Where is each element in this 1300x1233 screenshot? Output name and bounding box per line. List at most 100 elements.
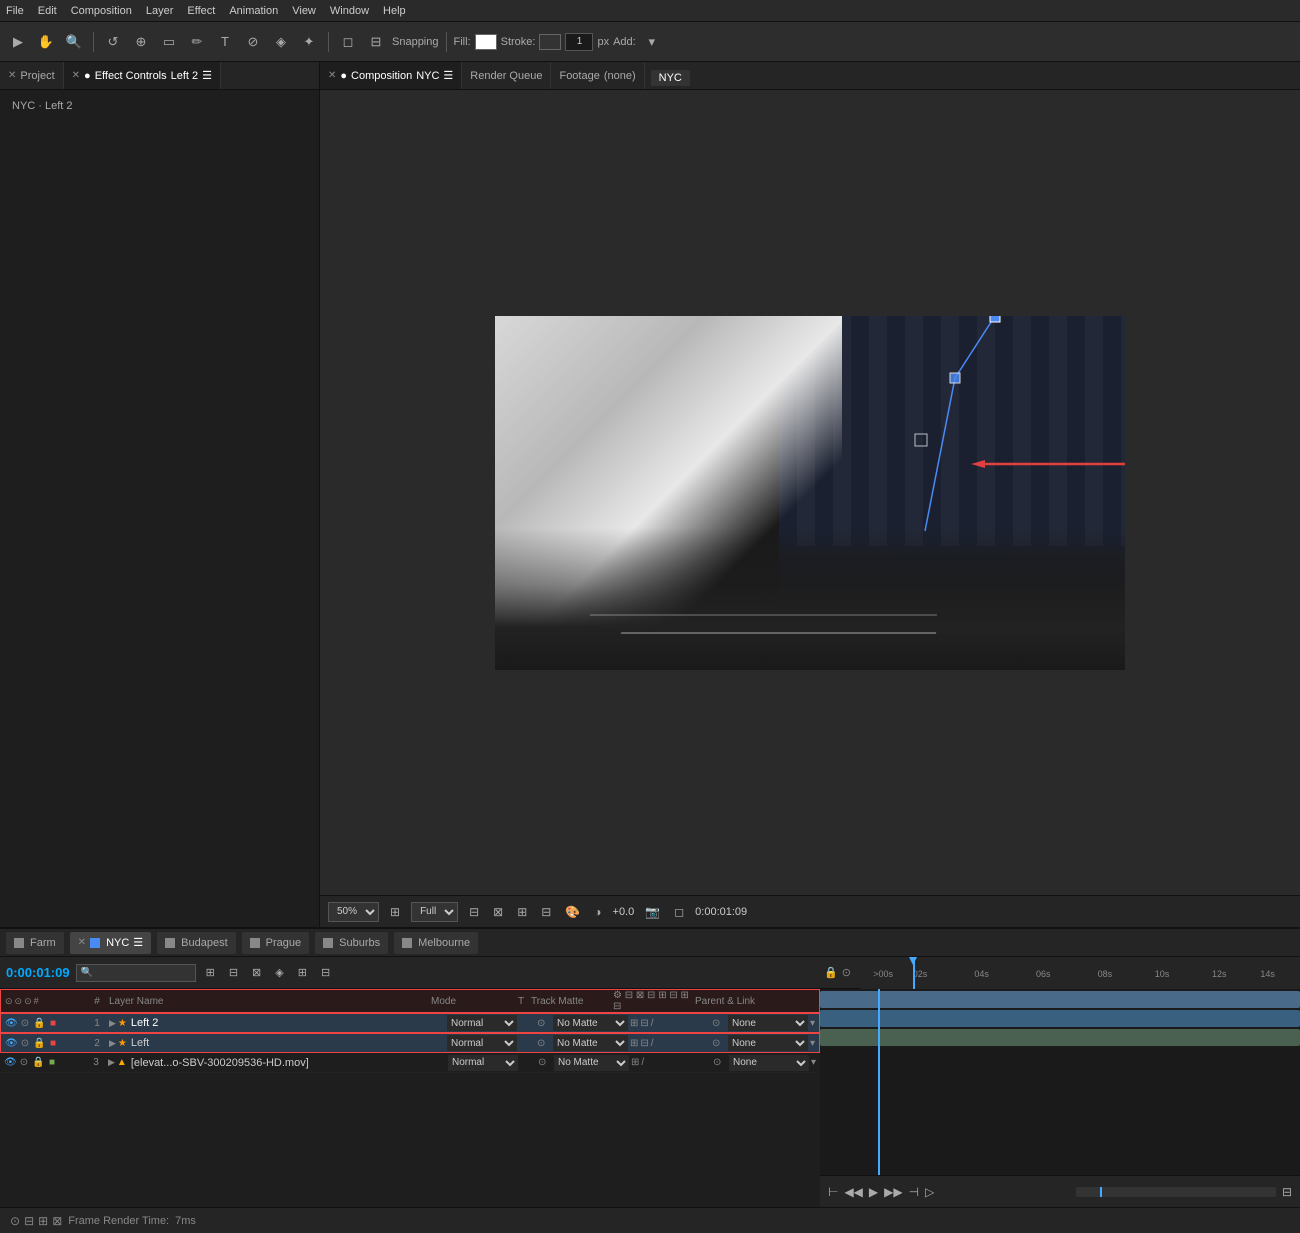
tl-tab-farm[interactable]: Farm: [6, 932, 64, 954]
comp-name-tab-nyc[interactable]: NYC: [651, 70, 690, 86]
layer-1-solo-icon[interactable]: ⊙: [19, 1018, 31, 1029]
layer-2-expand-btn[interactable]: ▶: [109, 1038, 116, 1049]
layer-ctrl-btn-2[interactable]: ⊟: [225, 964, 242, 981]
menu-help[interactable]: Help: [383, 5, 406, 17]
fit-viewer-btn[interactable]: ⊞: [387, 905, 403, 919]
quality-dropdown[interactable]: Full: [411, 902, 458, 922]
layer-1-mode-dropdown[interactable]: Normal: [447, 1015, 517, 1031]
layer-2-visibility-icon[interactable]: 👁: [5, 1038, 17, 1049]
tl-btn-next-frame[interactable]: ▶▶: [884, 1185, 902, 1199]
mini-scrubber[interactable]: [1076, 1187, 1276, 1197]
layer-1-parent-dropdown[interactable]: None: [728, 1015, 808, 1031]
layer-1-switch-3[interactable]: /: [651, 1018, 654, 1029]
layer-ctrl-btn-3[interactable]: ⊠: [248, 964, 265, 981]
layer-3-expand-btn[interactable]: ▶: [108, 1057, 115, 1068]
fill-color-swatch[interactable]: [475, 34, 497, 50]
tab-footage[interactable]: Footage (none): [551, 62, 644, 89]
layer-1-label-icon[interactable]: ■: [47, 1018, 59, 1029]
layer-2-switch-1[interactable]: ⊞: [630, 1038, 638, 1049]
layer-3-switch-2[interactable]: /: [641, 1057, 644, 1068]
layer-3-parent-dropdown[interactable]: None: [729, 1055, 809, 1071]
show-snapshot-btn[interactable]: ◻: [671, 905, 687, 919]
layer-2-parent-link-btn[interactable]: ▾: [810, 1038, 815, 1049]
layer-1-parent-link-btn[interactable]: ▾: [810, 1018, 815, 1029]
menu-file[interactable]: File: [6, 5, 24, 17]
layer-row-1[interactable]: 👁 ⊙ 🔒 ■ 1 ▶ ★ Left 2 Normal ⊙ No: [0, 1013, 820, 1033]
layer-row-3[interactable]: 👁 ⊙ 🔒 ■ 3 ▶ ▲ [elevat...o-SBV-300209536-…: [0, 1053, 820, 1073]
effect-controls-menu-icon[interactable]: ☰: [202, 69, 212, 82]
hand-tool[interactable]: ✋: [34, 30, 58, 54]
menu-composition[interactable]: Composition: [71, 5, 132, 17]
tl-tab-melbourne[interactable]: Melbourne: [394, 932, 478, 954]
layer-1-expand-btn[interactable]: ▶: [109, 1018, 116, 1029]
tl-lock-icon[interactable]: 🔒: [824, 966, 838, 979]
tl-tab-prague[interactable]: Prague: [242, 932, 309, 954]
layer-2-switch-3[interactable]: /: [651, 1038, 654, 1049]
tab-render-queue[interactable]: Render Queue: [462, 62, 551, 89]
comp-tab-close[interactable]: ✕: [328, 70, 336, 81]
layer-2-mode-dropdown[interactable]: Normal: [447, 1035, 517, 1051]
tl-tab-suburbs[interactable]: Suburbs: [315, 932, 388, 954]
layer-3-visibility-icon[interactable]: 👁: [4, 1057, 16, 1068]
layer-search-input[interactable]: [76, 964, 196, 982]
layer-2-label-icon[interactable]: ■: [47, 1038, 59, 1049]
tl-tab-nyc-close[interactable]: ✕: [78, 937, 86, 948]
track-bar-2[interactable]: [820, 1010, 1300, 1027]
zoom-dropdown[interactable]: 50%: [328, 902, 379, 922]
layer-1-switch-1[interactable]: ⊞: [630, 1018, 638, 1029]
layer-2-parent-dropdown[interactable]: None: [728, 1035, 808, 1051]
time-ruler[interactable]: >00s 02s 04s 06s 08s 10s 12s 14s: [860, 957, 1300, 989]
stroke-color-swatch[interactable]: [539, 34, 561, 50]
tab-project[interactable]: ✕ Project: [0, 62, 64, 89]
layer-1-switch-2[interactable]: ⊟: [640, 1018, 648, 1029]
tab-composition[interactable]: ✕ ● Composition NYC ☰: [320, 62, 462, 89]
tl-tab-budapest[interactable]: Budapest: [157, 932, 235, 954]
region-btn[interactable]: ⊟: [466, 905, 482, 919]
menu-view[interactable]: View: [292, 5, 316, 17]
transparency-btn[interactable]: ⊠: [490, 905, 506, 919]
status-icon-2[interactable]: ⊟: [24, 1214, 34, 1228]
add-dropdown-btn[interactable]: ▾: [640, 30, 664, 54]
comp-tab-menu[interactable]: ☰: [443, 69, 453, 82]
grid-btn[interactable]: ⊞: [514, 905, 530, 919]
puppet-tool[interactable]: ✦: [297, 30, 321, 54]
layer-3-mode-dropdown[interactable]: Normal: [448, 1055, 518, 1071]
layer-2-switch-2[interactable]: ⊟: [640, 1038, 648, 1049]
ruler-btn[interactable]: ⊟: [538, 905, 554, 919]
text-tool[interactable]: T: [213, 30, 237, 54]
layer-ctrl-btn-6[interactable]: ⊟: [317, 964, 334, 981]
status-icon-1[interactable]: ⊙: [10, 1214, 20, 1228]
anchor-tool[interactable]: ⊕: [129, 30, 153, 54]
tab-effect-controls[interactable]: ✕ ● Effect Controls Left 2 ☰: [64, 62, 221, 89]
status-icon-3[interactable]: ⊞: [38, 1214, 48, 1228]
rotate-tool[interactable]: ↺: [101, 30, 125, 54]
menu-edit[interactable]: Edit: [38, 5, 57, 17]
exposure-btn[interactable]: ◑: [591, 905, 604, 919]
layer-3-solo-icon[interactable]: ⊙: [18, 1057, 30, 1068]
layer-3-parent-link-btn[interactable]: ▾: [811, 1057, 816, 1068]
layer-2-matte-dropdown[interactable]: No Matte: [553, 1035, 628, 1051]
status-icon-4[interactable]: ⊠: [52, 1214, 62, 1228]
select-tool[interactable]: ▶: [6, 30, 30, 54]
tl-btn-ram-preview[interactable]: ▷: [925, 1185, 934, 1199]
viewer-area[interactable]: [320, 90, 1300, 895]
track-bar-3[interactable]: [820, 1029, 1300, 1046]
snapping-btn[interactable]: ⊟: [364, 30, 388, 54]
layer-ctrl-btn-1[interactable]: ⊞: [202, 964, 219, 981]
layer-ctrl-btn-4[interactable]: ◈: [271, 964, 287, 981]
stamp-tool[interactable]: ◈: [269, 30, 293, 54]
tl-btn-beginning[interactable]: ⊢: [828, 1185, 838, 1199]
tl-btn-settings[interactable]: ⊟: [1282, 1185, 1292, 1199]
layer-3-lock-icon[interactable]: 🔒: [32, 1057, 44, 1068]
color-picker-btn[interactable]: 🎨: [562, 905, 583, 919]
layer-3-label-icon[interactable]: ■: [46, 1057, 58, 1068]
layer-2-lock-icon[interactable]: 🔒: [33, 1038, 45, 1049]
layer-1-lock-icon[interactable]: 🔒: [33, 1018, 45, 1029]
rect-tool[interactable]: ▭: [157, 30, 181, 54]
tl-btn-play[interactable]: ▶: [869, 1185, 878, 1199]
menu-layer[interactable]: Layer: [146, 5, 174, 17]
effect-controls-tab-close[interactable]: ✕: [72, 70, 80, 81]
brush-tool[interactable]: ⊘: [241, 30, 265, 54]
layer-2-solo-icon[interactable]: ⊙: [19, 1038, 31, 1049]
menu-effect[interactable]: Effect: [187, 5, 215, 17]
